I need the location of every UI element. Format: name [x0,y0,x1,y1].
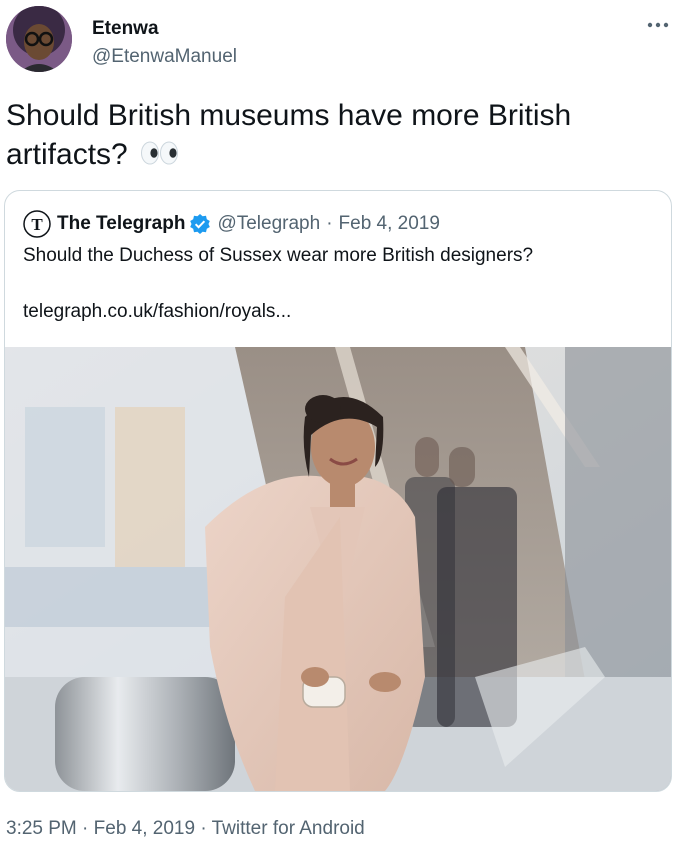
separator-dot: · [82,818,89,839]
quoted-tweet[interactable]: T The Telegraph @Telegraph · Feb 4, 2019… [4,190,672,792]
tweet-time[interactable]: 3:25 PM [6,818,77,839]
quoted-author-handle[interactable]: @Telegraph [217,213,320,235]
quoted-tweet-link[interactable]: telegraph.co.uk/fashion/royals... [23,301,291,323]
tweet-text-content: Should British museums have more British… [6,99,572,171]
tweet-footer: 3:25 PM · Feb 4, 2019 · Twitter for Andr… [6,818,365,840]
tweet-text: Should British museums have more British… [6,96,666,176]
author-name[interactable]: Etenwa [92,18,159,40]
quoted-author-name[interactable]: The Telegraph [57,213,185,235]
separator-dot: · [326,213,333,234]
quoted-tweet-image[interactable] [5,347,671,791]
eyes-emoji [140,137,180,176]
more-icon[interactable] [646,18,670,32]
svg-text:T: T [31,215,43,234]
tweet-source[interactable]: Twitter for Android [212,818,365,839]
author-handle[interactable]: @EtenwaManuel [92,46,237,68]
telegraph-logo-icon[interactable]: T [23,210,51,238]
quoted-tweet-text: Should the Duchess of Sussex wear more B… [23,245,534,266]
tweet-date[interactable]: Feb 4, 2019 [94,818,195,839]
tweet-header: Etenwa @EtenwaManuel [6,6,674,76]
quoted-tweet-header: T The Telegraph @Telegraph · Feb 4, 2019 [23,210,440,238]
quoted-tweet-date[interactable]: Feb 4, 2019 [339,213,440,235]
separator-dot: · [200,818,207,839]
verified-badge-icon [189,213,211,235]
avatar[interactable] [6,6,72,72]
